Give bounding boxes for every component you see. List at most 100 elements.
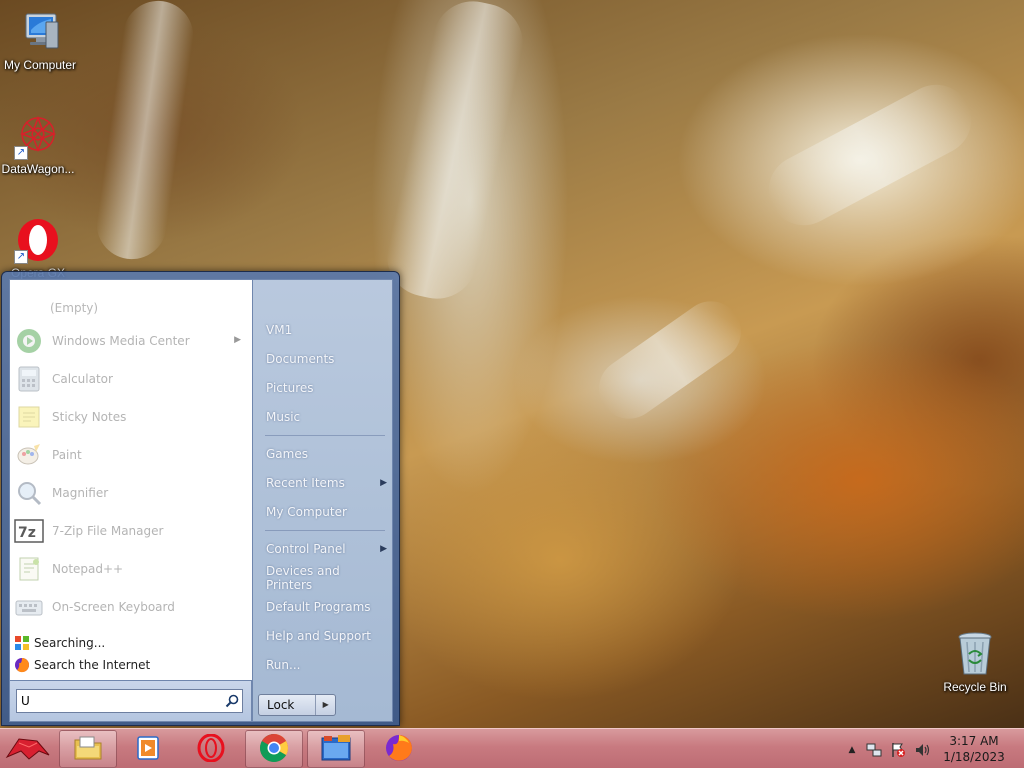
right-item-documents[interactable]: Documents	[259, 348, 387, 370]
clock-date: 1/18/2023	[943, 750, 1005, 764]
right-item-my-computer[interactable]: My Computer	[259, 501, 387, 523]
program-item-label: Sticky Notes	[52, 410, 127, 424]
desktop-icon-recycle-bin[interactable]: Recycle Bin	[935, 630, 1015, 694]
network-icon[interactable]	[866, 742, 882, 758]
right-item-label: Default Programs	[266, 600, 371, 614]
program-item-7zip[interactable]: 7z 7-Zip File Manager	[14, 514, 247, 548]
start-menu: (Empty) Windows Media Center ▶ Calculato…	[1, 271, 400, 726]
search-result-searching[interactable]: Searching...	[14, 633, 105, 653]
right-item-control-panel[interactable]: Control Panel ▶	[259, 538, 387, 560]
program-item-label: 7-Zip File Manager	[52, 524, 164, 538]
program-item-magnifier[interactable]: Magnifier	[14, 476, 247, 510]
start-menu-search-area	[9, 681, 252, 722]
right-item-run[interactable]: Run...	[259, 654, 387, 676]
windows-search-icon	[14, 635, 30, 651]
desktop-icon-datawagon[interactable]: ↗ DataWagon...	[0, 112, 78, 176]
right-item-pictures[interactable]: Pictures	[259, 377, 387, 399]
desktop-icon-label: My Computer	[3, 58, 77, 72]
recycle-bin-icon	[951, 630, 999, 678]
file-manager-icon	[320, 734, 352, 765]
volume-icon[interactable]	[914, 742, 930, 758]
program-item-label: Windows Media Center	[52, 334, 190, 348]
program-item-label: Magnifier	[52, 486, 109, 500]
keyboard-icon	[14, 592, 44, 622]
program-item-label: Notepad++	[52, 562, 124, 576]
pinned-empty-label: (Empty)	[50, 301, 99, 315]
submenu-arrow-icon: ▶	[380, 544, 387, 554]
action-center-flag-icon[interactable]	[890, 742, 906, 758]
program-item-paint[interactable]: Paint	[14, 438, 247, 472]
search-icon[interactable]	[222, 691, 242, 711]
taskbar-button-media-player[interactable]	[119, 730, 177, 768]
right-item-label: Games	[266, 447, 308, 461]
desktop-icon-my-computer[interactable]: My Computer	[0, 8, 80, 72]
taskbar-button-file-manager[interactable]	[307, 730, 365, 768]
right-item-label: Pictures	[266, 381, 314, 395]
shortcut-arrow-icon: ↗	[14, 146, 28, 160]
windows-media-center-icon	[14, 326, 44, 356]
right-item-label: Control Panel	[266, 542, 346, 556]
start-orb-icon	[3, 733, 53, 766]
desktop-icon-label: Recycle Bin	[943, 680, 1007, 694]
sticky-notes-icon	[14, 402, 44, 432]
search-box	[16, 689, 243, 713]
right-item-devices-and-printers[interactable]: Devices and Printers	[259, 564, 387, 592]
7zip-icon: 7z	[14, 516, 44, 546]
firefox-icon	[384, 733, 414, 766]
right-item-label: My Computer	[266, 505, 347, 519]
clock-time: 3:17 AM	[949, 734, 999, 748]
program-item-label: Calculator	[52, 372, 113, 386]
opera-gx-icon: ↗	[14, 216, 62, 264]
right-item-label: Run...	[266, 658, 301, 672]
right-item-label: Devices and Printers	[266, 564, 340, 592]
right-item-recent-items[interactable]: Recent Items ▶	[259, 472, 387, 494]
start-menu-places-pane: VM1 Documents Pictures Music Games Recen…	[252, 279, 393, 722]
right-item-help-and-support[interactable]: Help and Support	[259, 625, 387, 647]
right-item-vm1[interactable]: VM1	[259, 319, 387, 341]
desktop-icon-label: DataWagon...	[1, 162, 75, 176]
taskbar-button-firefox[interactable]	[370, 730, 428, 768]
program-item-notepad-plus-plus[interactable]: Notepad++	[14, 552, 247, 586]
lock-button-label: Lock	[267, 698, 295, 712]
media-player-icon	[135, 734, 161, 765]
opera-gx-icon	[197, 733, 225, 765]
taskbar-button-chrome[interactable]	[245, 730, 303, 768]
show-hidden-icons-chevron-icon[interactable]: ▲	[844, 742, 860, 758]
program-item-on-screen-keyboard[interactable]: On-Screen Keyboard	[14, 590, 247, 624]
magnifier-icon	[14, 478, 44, 508]
program-item-label: On-Screen Keyboard	[52, 600, 175, 614]
right-item-label: Documents	[266, 352, 335, 366]
right-item-default-programs[interactable]: Default Programs	[259, 596, 387, 618]
right-item-games[interactable]: Games	[259, 443, 387, 465]
svg-text:7z: 7z	[18, 525, 36, 541]
datawagon-icon: ↗	[14, 112, 62, 160]
notepad-plus-plus-icon	[14, 554, 44, 584]
right-item-music[interactable]: Music	[259, 406, 387, 428]
file-explorer-icon	[73, 734, 103, 765]
right-item-label: Music	[266, 410, 301, 424]
lock-button[interactable]: Lock ▶	[258, 694, 336, 716]
chrome-icon	[259, 733, 289, 766]
taskbar-clock[interactable]: 3:17 AM 1/18/2023	[936, 733, 1012, 765]
program-item-windows-media-center[interactable]: Windows Media Center ▶	[14, 324, 247, 358]
taskbar-button-opera-gx[interactable]	[182, 730, 240, 768]
calculator-icon	[14, 364, 44, 394]
taskbar-button-file-explorer[interactable]	[59, 730, 117, 768]
firefox-icon	[14, 657, 30, 673]
computer-icon	[16, 8, 64, 56]
search-result-label: Search the Internet	[34, 658, 151, 672]
program-item-calculator[interactable]: Calculator	[14, 362, 247, 396]
program-item-sticky-notes[interactable]: Sticky Notes	[14, 400, 247, 434]
menu-separator	[265, 530, 385, 531]
right-item-label: Recent Items	[266, 476, 345, 490]
start-search-input[interactable]	[17, 691, 222, 711]
menu-separator	[265, 435, 385, 436]
shutdown-options-arrow-icon[interactable]: ▶	[315, 695, 335, 715]
right-item-label: VM1	[266, 323, 293, 337]
submenu-arrow-icon: ▶	[234, 335, 241, 345]
start-button[interactable]	[0, 730, 56, 768]
submenu-arrow-icon: ▶	[380, 478, 387, 488]
right-item-label: Help and Support	[266, 629, 371, 643]
search-result-label: Searching...	[34, 636, 106, 650]
search-result-search-internet[interactable]: Search the Internet	[14, 655, 150, 675]
